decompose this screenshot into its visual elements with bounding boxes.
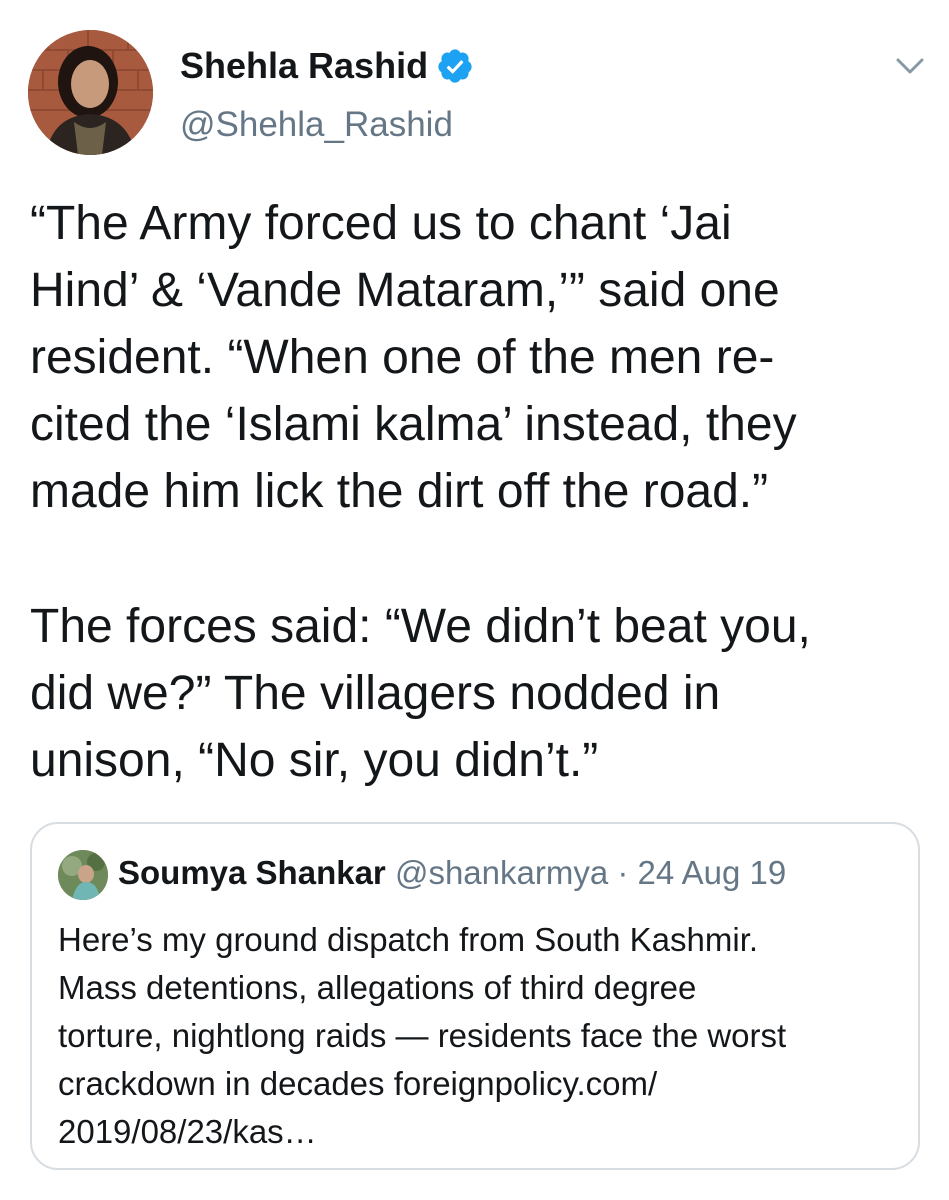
tweet-text-line: “The Army forced us to chant ‘Jai [30,197,732,250]
author-avatar[interactable] [28,30,153,155]
quoted-tweet[interactable]: Soumya Shankar @shankarmya · 24 Aug 19 H… [30,822,920,1170]
quoted-text-link-line[interactable]: 2019/08/23/kas… [58,1108,898,1156]
tweet: Shehla Rashid @Shehla_Rashid “The Army f… [0,0,949,1200]
author-handle[interactable]: @Shehla_Rashid [180,104,453,146]
tweet-text-line: Hind’ & ‘Vande Mataram,’” said one [30,264,780,317]
tweet-text: “The Army forced us to chant ‘Jai Hind’ … [30,190,930,794]
author-display-name[interactable]: Shehla Rashid [180,44,474,88]
paragraph-break [30,525,930,593]
tweet-text-line: did we?” The villagers nodded in [30,667,721,720]
quoted-tweet-text: Here’s my ground dispatch from South Kas… [58,916,898,1156]
quoted-tweet-date[interactable]: 24 Aug 19 [638,854,787,891]
verified-badge-icon [436,47,474,85]
quoted-author-handle[interactable]: @shankarmya [395,854,608,891]
author-name-text: Shehla Rashid [180,45,429,86]
quoted-tweet-header: Soumya Shankar @shankarmya · 24 Aug 19 [118,852,786,894]
quoted-author-avatar[interactable] [58,850,108,900]
tweet-text-line: The forces said: “We didn’t beat you, [30,600,811,653]
quoted-text-line: Here’s my ground dispatch from South Kas… [58,921,759,958]
quoted-author-name[interactable]: Soumya Shankar [118,854,386,891]
tweet-text-line: cited the ‘Islami kalma’ instead, they [30,398,797,451]
quoted-text-line: Mass detentions, allegations of third de… [58,969,697,1006]
meta-separator: · [617,854,629,891]
chevron-down-icon[interactable] [892,54,928,78]
tweet-text-line: resident. “When one of the men re- [30,331,775,384]
quoted-text-line: torture, nightlong raids — residents fac… [58,1017,787,1054]
tweet-text-line: made him lick the dirt off the road.” [30,465,769,518]
tweet-text-line: unison, “No sir, you didn’t.” [30,734,599,787]
quoted-text-link-line[interactable]: crackdown in decades foreignpolicy.com/ [58,1060,898,1108]
